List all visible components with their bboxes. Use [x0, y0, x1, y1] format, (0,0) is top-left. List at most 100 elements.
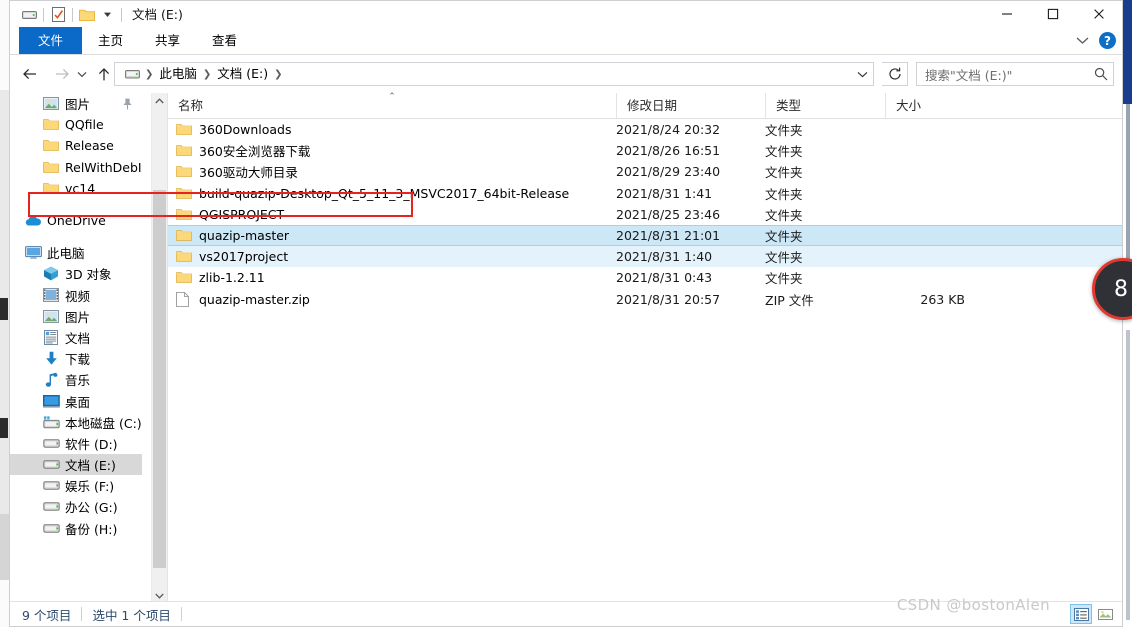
sidebar-item-6[interactable]: 此电脑 [10, 242, 142, 263]
file-date-cell: 2021/8/26 16:51 [616, 143, 721, 159]
drive-icon[interactable] [19, 5, 39, 24]
tab-home[interactable]: 主页 [82, 27, 139, 54]
sidebar-item-16[interactable]: 文档 (E:) [10, 454, 142, 476]
breadcrumb-item-1[interactable]: 文档 (E:) [213, 63, 272, 85]
folder-icon [176, 186, 193, 201]
close-button[interactable] [1076, 1, 1122, 27]
system-drive-icon [42, 414, 60, 430]
file-name-cell[interactable]: quazip-master.zip [168, 292, 616, 307]
breadcrumb-chevron-1[interactable]: ❯ [201, 69, 213, 80]
expand-ribbon-icon[interactable] [1076, 34, 1089, 48]
address-dropdown-icon[interactable] [851, 63, 873, 85]
search-icon[interactable] [1089, 67, 1113, 81]
sidebar-item-label: 备份 (H:) [65, 521, 118, 537]
table-row[interactable]: 360驱动大师目录 2021/8/29 23:40 文件夹 [168, 161, 1122, 182]
sidebar-item-7[interactable]: 3D 对象 [10, 263, 142, 284]
drive-icon [42, 520, 60, 536]
file-name-cell[interactable]: 360安全浏览器下载 [168, 141, 616, 160]
sidebar-item-label: vc14 [65, 180, 96, 196]
up-button[interactable] [92, 63, 116, 85]
sidebar-item-4[interactable]: vc14 [10, 178, 142, 199]
scroll-up-icon[interactable] [152, 93, 167, 109]
forward-button[interactable] [50, 63, 74, 85]
file-name-cell[interactable]: 360驱动大师目录 [168, 162, 616, 181]
window-controls [984, 1, 1122, 27]
navigation-pane[interactable]: 图片 QQfile Release RelWithDebInfo vc14 OneDriv… [10, 93, 142, 604]
pin-icon[interactable] [122, 98, 132, 110]
table-row[interactable]: build-quazip-Desktop_Qt_5_11_3_MSVC2017_… [168, 183, 1122, 204]
scrollbar-thumb[interactable] [153, 190, 166, 568]
file-type-cell: 文件夹 [765, 123, 803, 139]
recent-locations-button[interactable] [74, 63, 90, 85]
sidebar-item-0[interactable]: 图片 [10, 93, 142, 114]
tab-view[interactable]: 查看 [196, 27, 253, 54]
sidebar-item-label: 下载 [65, 352, 91, 368]
file-name-cell[interactable]: 360Downloads [168, 122, 616, 137]
ribbon-right-controls: ? [1076, 27, 1116, 54]
sidebar-item-2[interactable]: Release [10, 135, 142, 156]
file-name-cell[interactable]: zlib-1.2.11 [168, 270, 616, 285]
column-header-name[interactable]: ⌃ 名称 [168, 92, 616, 118]
table-row[interactable]: quazip-master 2021/8/31 21:01 文件夹 [168, 224, 1122, 247]
search-input[interactable]: 搜索"文档 (E:)" [917, 65, 1089, 84]
sidebar-item-12[interactable]: 音乐 [10, 369, 142, 390]
refresh-button[interactable] [882, 62, 908, 86]
folder-icon [176, 207, 193, 222]
file-name-label: quazip-master [199, 228, 290, 244]
table-row[interactable]: QGISPROJECT 2021/8/25 23:46 文件夹 [168, 204, 1122, 225]
details-view-button[interactable] [1070, 604, 1092, 624]
new-folder-icon[interactable] [77, 5, 97, 24]
help-icon[interactable]: ? [1099, 32, 1116, 49]
properties-icon[interactable] [48, 5, 68, 24]
tab-share[interactable]: 共享 [139, 27, 196, 54]
sidebar-item-17[interactable]: 娱乐 (F:) [10, 475, 142, 496]
ribbon-tabs: 文件 主页 共享 查看 [19, 27, 253, 54]
column-header-type[interactable]: 类型 [765, 93, 885, 118]
customize-dropdown-icon[interactable] [97, 5, 117, 24]
breadcrumb-chevron-2[interactable]: ❯ [272, 69, 284, 80]
sidebar-item-19[interactable]: 备份 (H:) [10, 518, 142, 539]
sidebar-item-11[interactable]: 下载 [10, 348, 142, 369]
folder-icon [42, 138, 60, 154]
sidebar-item-8[interactable]: 视频 [10, 285, 142, 306]
breadcrumb-bar[interactable]: ❯ 此电脑 ❯ 文档 (E:) ❯ [114, 62, 874, 86]
navigation-pane-scrollbar[interactable] [151, 93, 167, 604]
selection-label: 选中 1 个项目 [92, 607, 171, 623]
minimize-button[interactable] [984, 1, 1030, 27]
column-header-date[interactable]: 修改日期 [616, 93, 765, 118]
table-row[interactable]: quazip-master.zip 2021/8/31 20:57 ZIP 文件 26… [168, 289, 1122, 310]
table-row[interactable]: vs2017project 2021/8/31 1:40 文件夹 [168, 246, 1122, 268]
large-icons-view-button[interactable] [1094, 604, 1116, 624]
file-name-cell[interactable]: QGISPROJECT [168, 207, 616, 222]
file-icon [176, 291, 193, 307]
sidebar-item-3[interactable]: RelWithDebInfo [10, 157, 142, 178]
background-marker-2 [0, 418, 8, 438]
quick-access-toolbar[interactable] [19, 5, 126, 24]
file-name-label: build-quazip-Desktop_Qt_5_11_3_MSVC2017_… [199, 185, 570, 201]
sidebar-item-18[interactable]: 办公 (G:) [10, 496, 142, 517]
table-row[interactable]: 360安全浏览器下载 2021/8/26 16:51 文件夹 [168, 140, 1122, 161]
back-button[interactable] [18, 63, 42, 85]
sidebar-item-14[interactable]: 本地磁盘 (C:) [10, 412, 142, 433]
file-name-cell[interactable]: quazip-master [168, 228, 616, 243]
file-type-cell: 文件夹 [765, 250, 803, 266]
search-box[interactable]: 搜索"文档 (E:)" [916, 62, 1114, 86]
file-name-cell[interactable]: build-quazip-Desktop_Qt_5_11_3_MSVC2017_… [168, 186, 616, 201]
sidebar-item-1[interactable]: QQfile [10, 114, 142, 135]
breadcrumb-root-icon[interactable] [122, 69, 143, 80]
sidebar-item-13[interactable]: 桌面 [10, 390, 142, 411]
sidebar-item-15[interactable]: 软件 (D:) [10, 433, 142, 454]
column-header-size[interactable]: 大小 [885, 93, 975, 118]
file-type-cell: 文件夹 [765, 165, 803, 181]
file-type-cell: 文件夹 [765, 144, 803, 160]
sidebar-item-5[interactable]: OneDrive [10, 210, 142, 231]
background-edge-lower [1126, 330, 1130, 620]
table-row[interactable]: 360Downloads 2021/8/24 20:32 文件夹 [168, 119, 1122, 140]
sidebar-item-10[interactable]: 文档 [10, 327, 142, 348]
tab-file[interactable]: 文件 [19, 27, 83, 54]
maximize-button[interactable] [1030, 1, 1076, 27]
sidebar-item-9[interactable]: 图片 [10, 306, 142, 327]
file-name-cell[interactable]: vs2017project [168, 249, 616, 264]
table-row[interactable]: zlib-1.2.11 2021/8/31 0:43 文件夹 [168, 267, 1122, 288]
breadcrumb-item-0[interactable]: 此电脑 [155, 63, 201, 85]
